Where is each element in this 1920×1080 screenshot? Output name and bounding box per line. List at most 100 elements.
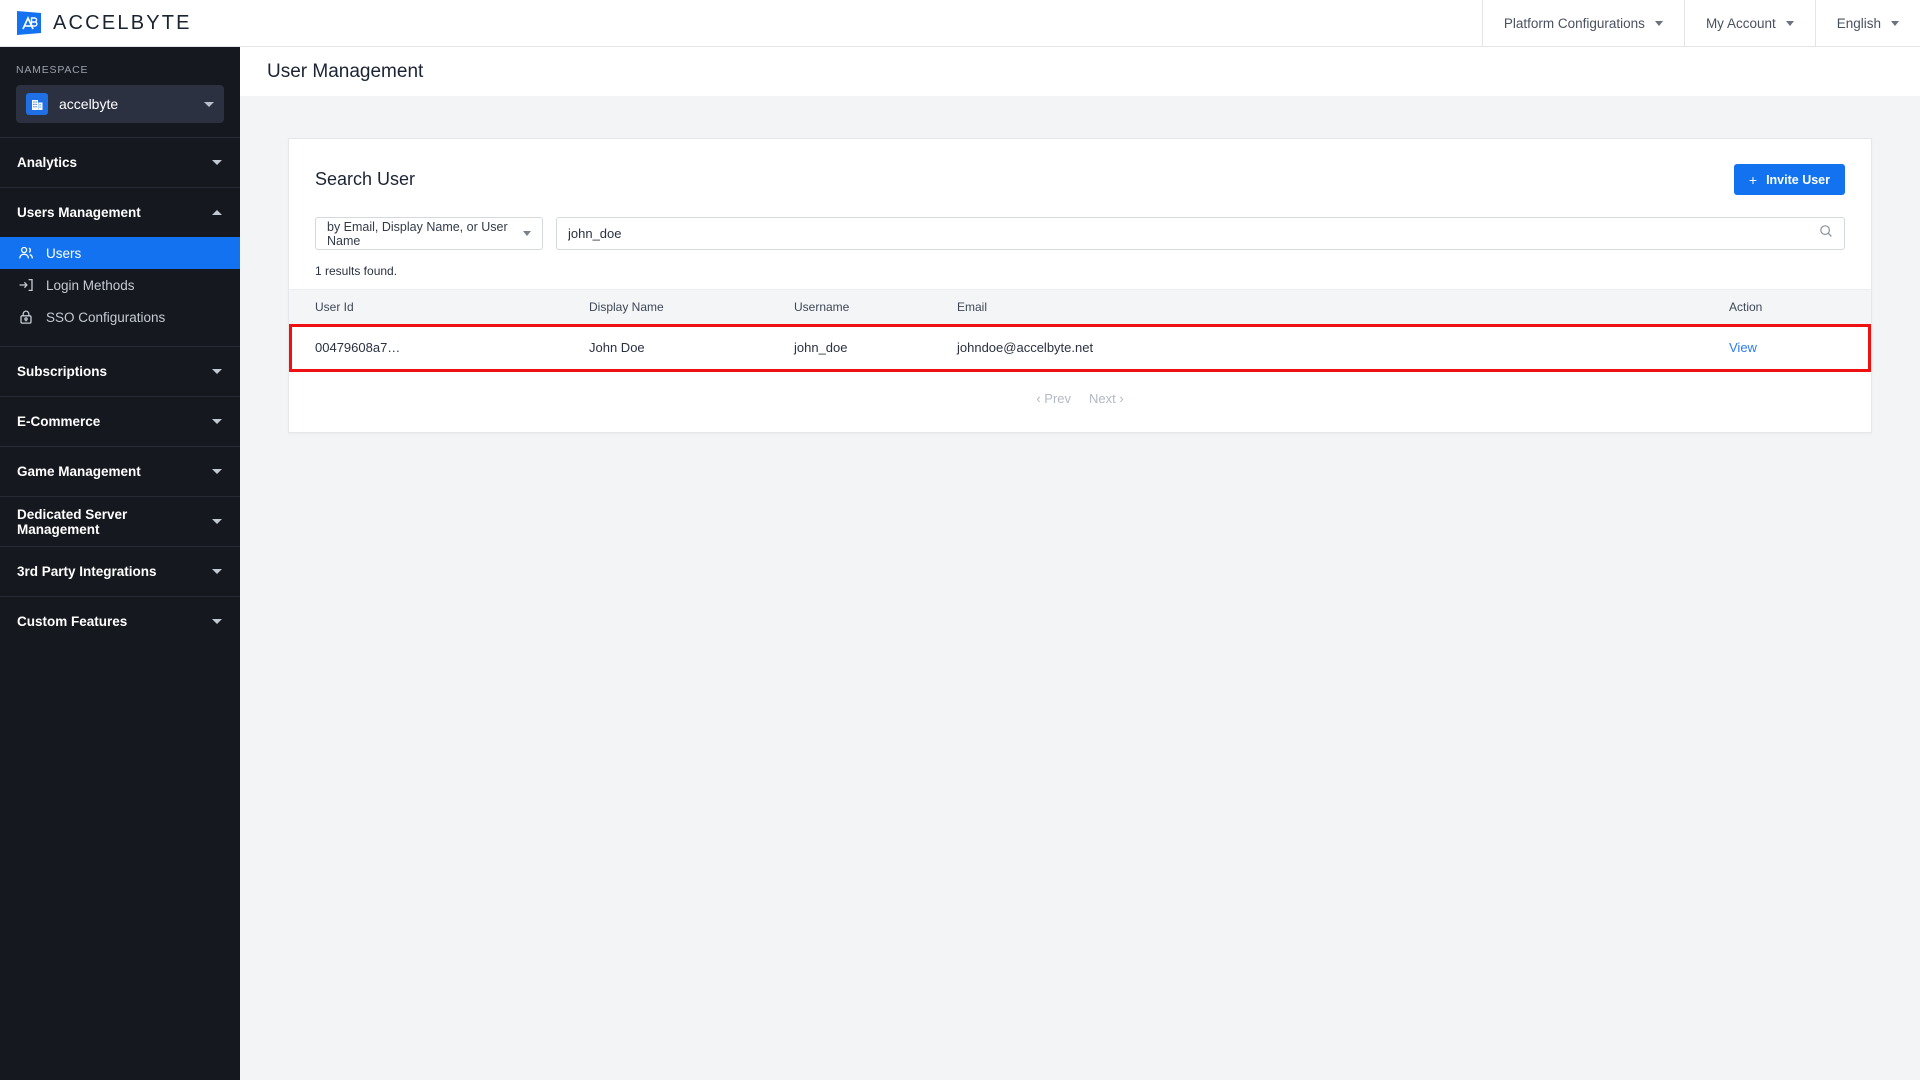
- sidebar-item-sso-configurations[interactable]: SSO Configurations: [0, 301, 240, 333]
- menu-platform-configurations[interactable]: Platform Configurations: [1481, 0, 1684, 47]
- login-arrow-icon: [17, 277, 34, 294]
- column-header-username: Username: [794, 289, 957, 325]
- top-bar: ACCELBYTE Platform Configurations My Acc…: [0, 0, 1920, 47]
- column-header-action: Action: [1721, 289, 1871, 325]
- view-user-link[interactable]: View: [1729, 340, 1757, 355]
- results-table-wrapper: User Id Display Name Username Email Acti…: [289, 289, 1871, 372]
- nav-group-custom-features: Custom Features: [0, 596, 240, 646]
- table-row[interactable]: 00479608a7… John Doe john_doe johndoe@ac…: [289, 324, 1871, 371]
- sidebar-item-sso-configurations-label: SSO Configurations: [46, 309, 166, 325]
- search-input-wrapper[interactable]: [556, 217, 1845, 250]
- column-header-email: Email: [957, 289, 1721, 325]
- nav-head-analytics[interactable]: Analytics: [0, 138, 240, 187]
- chevron-down-icon: [1785, 20, 1794, 26]
- nav-group-game-management: Game Management: [0, 446, 240, 496]
- page-header: User Management: [240, 47, 1920, 96]
- triangle-down-icon: [212, 469, 222, 474]
- sidebar-item-login-methods-label: Login Methods: [46, 277, 135, 293]
- top-menu: Platform Configurations My Account Engli…: [1481, 0, 1920, 47]
- nav-group-3rd-party-integrations: 3rd Party Integrations: [0, 546, 240, 596]
- nav-head-subscriptions-label: Subscriptions: [17, 364, 108, 379]
- menu-my-account[interactable]: My Account: [1683, 0, 1815, 47]
- namespace-value: accelbyte: [59, 96, 119, 112]
- triangle-down-icon: [212, 419, 222, 424]
- accelbyte-logo-icon: [14, 8, 44, 38]
- plus-icon: +: [1748, 171, 1758, 188]
- card-header: Search User + Invite User: [289, 139, 1871, 217]
- sidebar: NAMESPACE accelbyte Analytics Users Mana…: [0, 47, 240, 1080]
- nav-head-game-management[interactable]: Game Management: [0, 447, 240, 496]
- search-row: by Email, Display Name, or User Name: [289, 217, 1871, 264]
- brand: ACCELBYTE: [0, 8, 192, 38]
- cell-username: john_doe: [794, 324, 957, 371]
- triangle-down-icon: [212, 519, 222, 524]
- main-content: User Management Search User + Invite Use…: [240, 47, 1920, 1080]
- content-area: Search User + Invite User by Email, Disp…: [240, 96, 1920, 433]
- menu-my-account-label: My Account: [1705, 15, 1776, 31]
- chevron-down-icon: [1891, 20, 1899, 26]
- search-input[interactable]: [568, 226, 1819, 241]
- nav-head-custom-features[interactable]: Custom Features: [0, 597, 240, 646]
- invite-user-button[interactable]: + Invite User: [1733, 164, 1845, 195]
- triangle-up-icon: [212, 210, 222, 215]
- chevron-down-icon: [523, 231, 531, 236]
- triangle-down-icon: [212, 619, 222, 624]
- menu-language-label: English: [1836, 15, 1881, 31]
- search-filter-value: by Email, Display Name, or User Name: [327, 219, 508, 248]
- nav-head-subscriptions[interactable]: Subscriptions: [0, 347, 240, 396]
- triangle-down-icon: [212, 369, 222, 374]
- card-title: Search User: [315, 169, 416, 189]
- namespace-label: NAMESPACE: [16, 64, 89, 76]
- nav-group-analytics: Analytics: [0, 137, 240, 187]
- column-header-display-name: Display Name: [589, 289, 794, 325]
- search-icon[interactable]: [1819, 224, 1833, 243]
- cell-email: johndoe@accelbyte.net: [957, 324, 1721, 371]
- nav-head-users-management-label: Users Management: [17, 205, 141, 220]
- chevron-down-icon: [204, 101, 214, 107]
- results-count: 1 results found.: [315, 264, 398, 278]
- triangle-down-icon: [212, 569, 222, 574]
- menu-language[interactable]: English: [1814, 0, 1920, 47]
- sidebar-item-users[interactable]: Users: [0, 237, 240, 269]
- pagination: ‹ Prev Next ›: [289, 371, 1871, 432]
- nav-head-users-management[interactable]: Users Management: [0, 188, 240, 237]
- cell-user-id: 00479608a7…: [289, 324, 589, 371]
- column-header-user-id: User Id: [289, 289, 589, 325]
- page-title: User Management: [267, 60, 424, 82]
- nav-head-game-management-label: Game Management: [17, 464, 141, 479]
- nav-head-analytics-label: Analytics: [17, 155, 78, 170]
- namespace-block: NAMESPACE accelbyte: [0, 47, 240, 137]
- nav-head-3rd-party-integrations-label: 3rd Party Integrations: [17, 564, 157, 579]
- nav-items-users-management: Users Login Methods SSO Configurations: [0, 237, 240, 346]
- nav-group-dedicated-server-management: Dedicated Server Management: [0, 496, 240, 546]
- nav-head-3rd-party-integrations[interactable]: 3rd Party Integrations: [0, 547, 240, 596]
- nav-group-subscriptions: Subscriptions: [0, 346, 240, 396]
- users-icon: [17, 245, 34, 262]
- users-table: User Id Display Name Username Email Acti…: [289, 289, 1871, 371]
- sidebar-item-users-label: Users: [46, 245, 82, 261]
- nav-group-users-management: Users Management Users Login Methods SSO…: [0, 187, 240, 346]
- pagination-prev[interactable]: ‹ Prev: [1036, 391, 1071, 406]
- chevron-down-icon: [1654, 20, 1663, 26]
- nav-head-e-commerce-label: E-Commerce: [17, 414, 101, 429]
- lock-icon: [17, 309, 34, 326]
- pagination-next[interactable]: Next ›: [1089, 391, 1124, 406]
- table-header: User Id Display Name Username Email Acti…: [289, 289, 1871, 325]
- menu-platform-configurations-label: Platform Configurations: [1503, 15, 1645, 31]
- brand-name: ACCELBYTE: [53, 11, 192, 34]
- search-filter-select[interactable]: by Email, Display Name, or User Name: [315, 217, 543, 250]
- triangle-down-icon: [212, 160, 222, 165]
- sidebar-item-login-methods[interactable]: Login Methods: [0, 269, 240, 301]
- cell-display-name: John Doe: [589, 324, 794, 371]
- nav-head-custom-features-label: Custom Features: [17, 614, 128, 629]
- nav-head-dedicated-server-management[interactable]: Dedicated Server Management: [0, 497, 240, 546]
- invite-user-button-label: Invite User: [1766, 172, 1830, 187]
- building-icon: [26, 93, 48, 115]
- search-user-card: Search User + Invite User by Email, Disp…: [288, 138, 1872, 433]
- nav-head-e-commerce[interactable]: E-Commerce: [0, 397, 240, 446]
- nav-head-dedicated-server-management-label: Dedicated Server Management: [17, 506, 128, 537]
- namespace-selector[interactable]: accelbyte: [16, 85, 224, 123]
- nav-group-e-commerce: E-Commerce: [0, 396, 240, 446]
- table-body: 00479608a7… John Doe john_doe johndoe@ac…: [289, 324, 1871, 371]
- table-header-row: User Id Display Name Username Email Acti…: [289, 289, 1871, 325]
